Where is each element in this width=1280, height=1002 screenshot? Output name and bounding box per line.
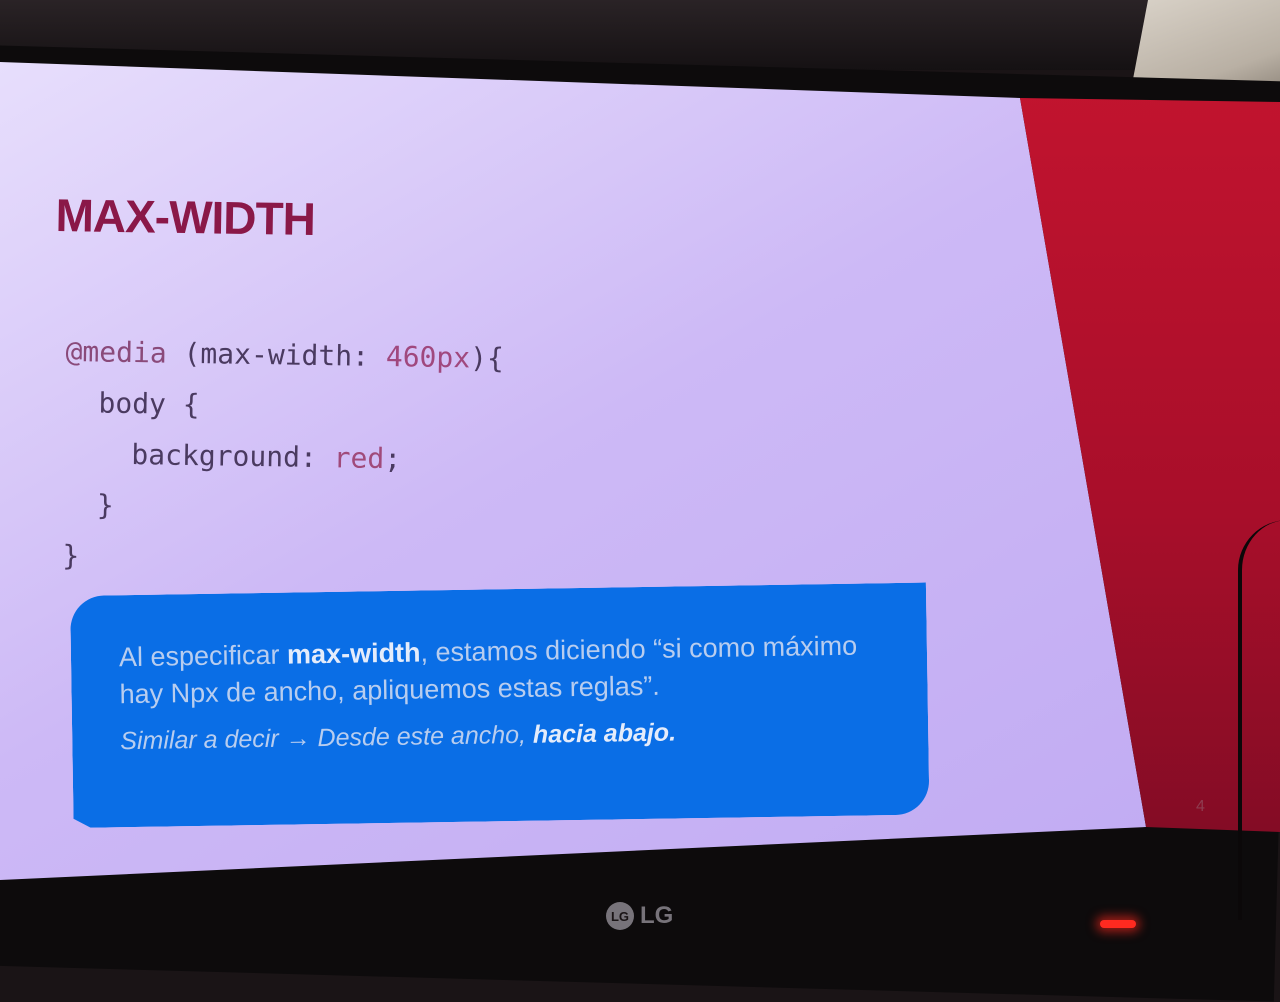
note-bold: max-width bbox=[286, 637, 421, 670]
lg-logo-icon: LG bbox=[606, 902, 634, 930]
code-text: ; bbox=[383, 442, 402, 476]
power-led-icon bbox=[1100, 920, 1136, 928]
code-value: red bbox=[333, 441, 385, 476]
monitor-brand: LG bbox=[640, 902, 674, 929]
code-number: 460px bbox=[385, 340, 471, 375]
note-paragraph: Al especificar max-width, estamos dicien… bbox=[119, 627, 890, 713]
code-line: body { bbox=[64, 385, 200, 422]
code-text: ){ bbox=[469, 341, 505, 375]
slide-title: MAX-WIDTH bbox=[55, 188, 316, 246]
slide-number: 4 bbox=[1196, 798, 1205, 815]
code-text: background: bbox=[63, 436, 334, 475]
code-keyword: @media bbox=[65, 334, 168, 370]
note-bold: hacia abajo. bbox=[532, 718, 677, 749]
note-paragraph: Similar a decir → Desde este ancho, haci… bbox=[120, 711, 890, 760]
note-text-part: Al especificar bbox=[118, 639, 288, 673]
note-box: Al especificar max-width, estamos dicien… bbox=[70, 583, 930, 828]
monitor-logo: LG LG bbox=[606, 900, 673, 932]
note-text-part: Similar a decir → Desde este ancho, bbox=[120, 720, 534, 756]
cable bbox=[1238, 520, 1280, 920]
note-text: Al especificar max-width, estamos dicien… bbox=[119, 627, 891, 760]
code-line: } bbox=[62, 487, 115, 522]
taskbar bbox=[0, 872, 230, 892]
code-block: @media (max-width: 460px){ body { backgr… bbox=[62, 326, 504, 588]
code-line: } bbox=[62, 538, 80, 573]
code-text: (max-width: bbox=[166, 336, 387, 374]
